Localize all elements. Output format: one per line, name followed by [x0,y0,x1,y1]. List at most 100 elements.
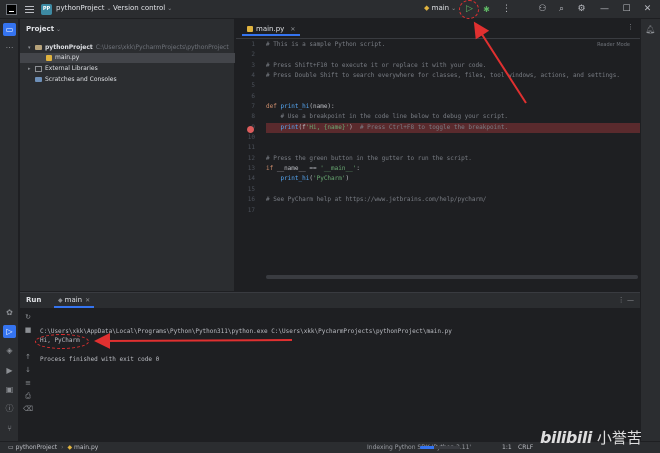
python-file-icon [247,26,253,32]
code-line[interactable]: # See PyCharm help at https://www.jetbra… [266,195,640,205]
code-line[interactable]: print(f'Hi, {name}') # Press Ctrl+F8 to … [266,122,640,134]
version-control-menu[interactable]: Version control ⌄ [113,4,172,12]
search-everywhere-button[interactable]: ⌕ [555,3,568,16]
more-actions-button[interactable]: ⋮ [500,3,513,16]
line-number: 3 [251,61,255,69]
scratches-icon [35,77,42,82]
uploader-name: 小誉苦 [596,428,642,447]
code-line[interactable]: print_hi('PyCharm') [266,174,640,184]
close-tab-icon[interactable]: ✕ [290,26,295,33]
arrow-down-icon: ↓ [25,366,31,374]
code-line[interactable]: # Press Shift+F10 to execute it or repla… [266,61,640,71]
tab-options-icon[interactable]: ⋮ [627,23,634,31]
code-line[interactable] [266,133,640,143]
editor-tab-bar: main.py ✕ ⋮ [236,19,640,39]
services-tool-button[interactable]: ▶ [3,364,16,377]
indexing-progress-bar [420,446,460,449]
tree-item-main-py[interactable]: main.py [20,53,235,63]
close-icon: ✕ [643,4,652,14]
tree-item-label: Scratches and Consoles [45,76,117,83]
breadcrumb-project[interactable]: pythonProject [16,444,58,451]
run-tool-button[interactable]: ▷ [3,325,16,338]
code-line[interactable] [266,206,640,216]
chevron-down-icon: ⌄ [451,5,457,12]
play-icon: ▷ [6,327,13,336]
code-line[interactable] [266,50,640,60]
minimize-button[interactable]: — [598,3,611,16]
settings-button[interactable]: ⚙ [575,3,588,16]
project-panel: Project ⌄ ▾ pythonProject C:\Users\xkk\Pych… [20,19,235,291]
code-line[interactable]: def print_hi(name): [266,102,640,112]
right-tool-stripe: 🔔︎ [640,19,660,441]
project-panel-title: Project [26,25,55,33]
run-config-selector[interactable]: ◆ main ⌄ [424,4,456,12]
line-number: 7 [251,103,255,111]
python-packages-button[interactable]: ✿ [3,306,16,319]
trash-icon: ⌫ [23,405,33,413]
run-panel-options-icon[interactable]: ⋮ — [618,296,634,304]
code-line[interactable] [266,92,640,102]
run-toolbar: ↻ ■ ↑ ↓ ≡ ⎙ ⌫ [20,308,35,442]
gear-icon: ⚙ [577,4,586,14]
tab-main-py[interactable]: main.py ✕ [242,22,301,36]
close-tab-icon[interactable]: ✕ [85,297,90,304]
close-button[interactable]: ✕ [641,3,654,16]
layers-tool-button[interactable]: ◈ [3,344,16,357]
breadcrumb-file[interactable]: main.py [74,444,98,451]
line-number: 14 [247,175,255,183]
git-icon: ⑂ [7,424,12,433]
folder-icon: ▭ [8,444,16,451]
git-tool-button[interactable]: ⑂ [3,422,16,435]
rerun-button[interactable]: ↻ [23,312,33,322]
console-line: Process finished with exit code 0 [40,355,160,363]
version-control-label: Version control [113,4,166,12]
code-line[interactable]: # Use a breakpoint in the code line belo… [266,112,640,122]
wrap-icon: ≡ [25,379,31,387]
debug-button[interactable]: ✱ [480,3,493,16]
code-line[interactable]: # Press Double Shift to search everywher… [266,71,640,81]
caret-position[interactable]: 1:1 [502,442,512,453]
output-highlight [35,334,89,349]
run-button[interactable]: ▷ [463,3,476,16]
code-line[interactable] [266,81,640,91]
project-panel-header[interactable]: Project ⌄ [20,19,234,39]
project-tool-button[interactable]: ▭ [3,23,16,36]
tree-item-project-root[interactable]: ▾ pythonProject C:\Users\xkk\PycharmProjec… [20,43,235,53]
scroll-up-button[interactable]: ↑ [23,352,33,362]
stop-button[interactable]: ■ [23,325,33,335]
terminal-tool-button[interactable]: ▣ [3,383,16,396]
code-line[interactable] [266,143,640,153]
layers-icon: ◈ [6,346,13,355]
soft-wrap-button[interactable]: ≡ [23,378,33,388]
notifications-tool-button[interactable]: 🔔︎ [644,23,657,36]
breakpoint-icon[interactable] [247,126,254,133]
code-with-me-button[interactable]: ⚇ [536,3,549,16]
console-output[interactable]: C:\Users\xkk\AppData\Local\Programs\Pyth… [40,327,452,364]
bug-icon: ✱ [483,5,490,14]
clear-button[interactable]: ⌫ [23,404,33,414]
maximize-button[interactable]: ☐ [620,3,633,16]
tree-item-scratches[interactable]: Scratches and Consoles [20,75,235,85]
python-file-icon [46,54,52,61]
structure-tool-button[interactable]: ⋯ [3,41,16,54]
main-menu-icon[interactable] [25,4,34,14]
problems-tool-button[interactable]: ⓘ [3,402,16,415]
code-area[interactable]: # This is a sample Python script. # Press… [266,40,640,216]
library-icon [35,65,42,72]
play-icon: ▷ [466,4,473,14]
tree-item-external-libraries[interactable]: ▸ External Libraries [20,64,235,74]
print-button[interactable]: ⎙ [23,391,33,401]
code-line[interactable] [266,185,640,195]
project-name: pythonProject [56,4,105,12]
project-switcher[interactable]: pythonProject ⌄ [56,4,111,12]
watermark: bilibili 小誉苦 [540,424,642,450]
code-line[interactable]: # Press the green button in the gutter t… [266,154,640,164]
line-separator[interactable]: CRLF [518,442,533,453]
code-line[interactable]: if __name__ == '__main__': [266,164,640,174]
expand-arrow-icon: ▸ [28,66,31,72]
code-line[interactable]: # This is a sample Python script. [266,40,640,50]
run-tab-main[interactable]: ◆ main ✕ [54,296,95,308]
scroll-down-button[interactable]: ↓ [23,365,33,375]
console-line: C:\Users\xkk\AppData\Local\Programs\Pyth… [40,328,452,335]
horizontal-scrollbar[interactable] [266,275,638,279]
